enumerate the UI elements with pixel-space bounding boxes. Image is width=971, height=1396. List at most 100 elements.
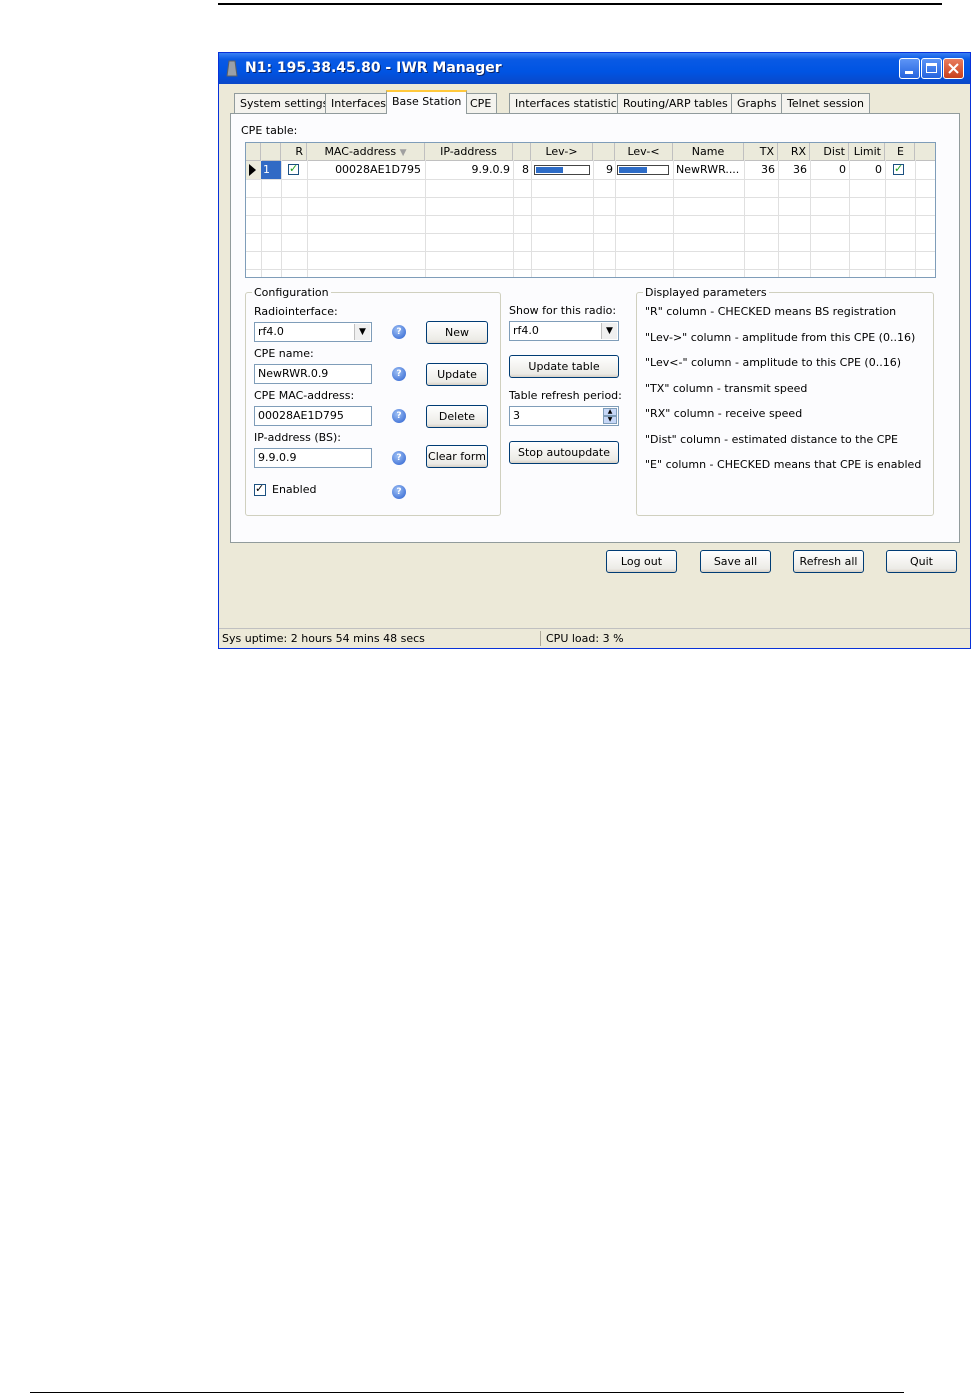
grid-line <box>615 160 616 277</box>
tab-base-station[interactable]: Base Station <box>386 90 468 114</box>
close-button[interactable] <box>943 58 964 79</box>
row-r-checkbox[interactable] <box>288 162 299 175</box>
grid-line <box>246 215 935 216</box>
update-button[interactable]: Update <box>426 363 488 386</box>
app-window: N1: 195.38.45.80 - IWR Manager System se… <box>218 52 971 649</box>
grid-line <box>246 251 935 252</box>
row-index[interactable]: 1 <box>261 161 281 179</box>
grid-line <box>531 160 532 277</box>
spin-up-icon[interactable]: ▲ <box>603 408 617 416</box>
show-radio-label: Show for this radio: <box>509 304 617 317</box>
grid-line <box>885 160 886 277</box>
chevron-down-icon[interactable]: ▼ <box>354 324 370 340</box>
row-ip[interactable]: 9.9.0.9 <box>425 161 510 179</box>
radiointerface-select[interactable]: rf4.0 ▼ <box>254 322 372 342</box>
cpe-table-label: CPE table: <box>241 124 298 137</box>
header-dist[interactable]: Dist <box>810 143 849 160</box>
help-icon[interactable]: ? <box>392 451 406 465</box>
header-rx[interactable]: RX <box>778 143 810 160</box>
page-top-rule <box>218 3 942 5</box>
header-r[interactable]: R <box>281 143 307 160</box>
new-button[interactable]: New <box>426 321 488 344</box>
title-bar[interactable]: N1: 195.38.45.80 - IWR Manager <box>219 53 970 84</box>
param-line: "Lev<-" column - amplitude to this CPE (… <box>645 356 901 369</box>
grid-line <box>246 179 935 180</box>
grid-line <box>246 233 935 234</box>
status-cpu: CPU load: 3 % <box>546 632 624 645</box>
tab-graphs[interactable]: Graphs <box>731 93 783 113</box>
refresh-all-button[interactable]: Refresh all <box>793 550 864 573</box>
grid-line <box>246 269 935 270</box>
header-blank <box>261 143 281 160</box>
header-lev-out-num <box>513 143 531 160</box>
cpe-name-field[interactable]: NewRWR.0.9 <box>254 364 372 384</box>
delete-button[interactable]: Delete <box>426 405 488 428</box>
row-tx[interactable]: 36 <box>744 161 775 179</box>
radiointerface-value: rf4.0 <box>258 325 284 338</box>
cpe-mac-label: CPE MAC-address: <box>254 389 355 402</box>
header-mac-label: MAC-address <box>324 145 397 158</box>
log-out-button[interactable]: Log out <box>606 550 677 573</box>
show-radio-select[interactable]: rf4.0 ▼ <box>509 321 619 341</box>
tab-cpe[interactable]: CPE <box>464 93 498 113</box>
refresh-period-stepper[interactable]: 3 ▲ ▼ <box>509 406 619 426</box>
row-e-checkbox[interactable] <box>893 162 904 175</box>
configuration-group: Configuration Radiointerface: rf4.0 ▼ ? … <box>245 286 501 516</box>
param-line: "RX" column - receive speed <box>645 407 803 420</box>
param-line: "R" column - CHECKED means BS registrati… <box>645 305 897 318</box>
param-line: "E" column - CHECKED means that CPE is e… <box>645 458 922 471</box>
header-e[interactable]: E <box>885 143 915 160</box>
header-ip[interactable]: IP-address <box>425 143 513 160</box>
row-name[interactable]: NewRWR.... <box>676 161 743 179</box>
cpe-mac-field[interactable]: 00028AE1D795 <box>254 406 372 426</box>
cpe-name-label: CPE name: <box>254 347 314 360</box>
help-icon[interactable]: ? <box>392 409 406 423</box>
enabled-checkbox[interactable] <box>254 482 266 496</box>
window-title: N1: 195.38.45.80 - IWR Manager <box>245 60 502 76</box>
row-dist[interactable]: 0 <box>810 161 846 179</box>
refresh-period-label: Table refresh period: <box>509 389 622 402</box>
tab-telnet-session[interactable]: Telnet session <box>781 93 870 113</box>
grid-line <box>281 160 282 277</box>
cpe-table[interactable]: R MAC-address ▼ IP-address Lev-> Lev-< N… <box>245 142 936 278</box>
clear-form-button[interactable]: Clear form <box>426 445 488 468</box>
stop-autoupdate-button[interactable]: Stop autoupdate <box>509 441 619 464</box>
header-mac[interactable]: MAC-address ▼ <box>307 143 425 160</box>
header-limit[interactable]: Limit <box>849 143 885 160</box>
header-row-selector <box>246 143 261 160</box>
lev-out-bar-fill <box>536 167 563 173</box>
chevron-down-icon[interactable]: ▼ <box>601 323 617 339</box>
app-icon <box>226 60 238 77</box>
tab-interfaces[interactable]: Interfaces <box>325 93 392 113</box>
row-rx[interactable]: 36 <box>778 161 807 179</box>
row-mac[interactable]: 00028AE1D795 <box>307 161 421 179</box>
displayed-parameters-group: Displayed parameters "R" column - CHECKE… <box>636 286 934 516</box>
header-lev-in[interactable]: Lev-< <box>615 143 673 160</box>
help-icon[interactable]: ? <box>392 485 406 499</box>
row-lev-in-value: 9 <box>606 163 613 176</box>
minimize-button[interactable] <box>899 58 920 79</box>
header-name[interactable]: Name <box>673 143 744 160</box>
row-lev-out-value: 8 <box>522 163 529 176</box>
page-bottom-rule <box>30 1392 904 1393</box>
row-selector[interactable] <box>246 161 261 179</box>
tab-system-settings[interactable]: System settings <box>234 93 335 113</box>
tab-routing-arp[interactable]: Routing/ARP tables <box>617 93 734 113</box>
ip-address-field[interactable]: 9.9.0.9 <box>254 448 372 468</box>
maximize-button[interactable] <box>921 58 942 79</box>
spin-down-icon[interactable]: ▼ <box>603 416 617 424</box>
help-icon[interactable]: ? <box>392 367 406 381</box>
grid-line <box>673 160 674 277</box>
status-bar: Sys uptime: 2 hours 54 mins 48 secs CPU … <box>219 628 970 648</box>
save-all-button[interactable]: Save all <box>700 550 771 573</box>
header-tx[interactable]: TX <box>744 143 778 160</box>
update-table-button[interactable]: Update table <box>509 355 619 378</box>
tab-interfaces-statistics[interactable]: Interfaces statistics <box>509 93 629 113</box>
cpe-table-header: R MAC-address ▼ IP-address Lev-> Lev-< N… <box>246 143 935 161</box>
quit-button[interactable]: Quit <box>886 550 957 573</box>
header-lev-out[interactable]: Lev-> <box>531 143 593 160</box>
param-line: "Lev->" column - amplitude from this CPE… <box>645 331 916 344</box>
row-limit[interactable]: 0 <box>849 161 882 179</box>
help-icon[interactable]: ? <box>392 325 406 339</box>
refresh-period-value: 3 <box>513 409 520 422</box>
